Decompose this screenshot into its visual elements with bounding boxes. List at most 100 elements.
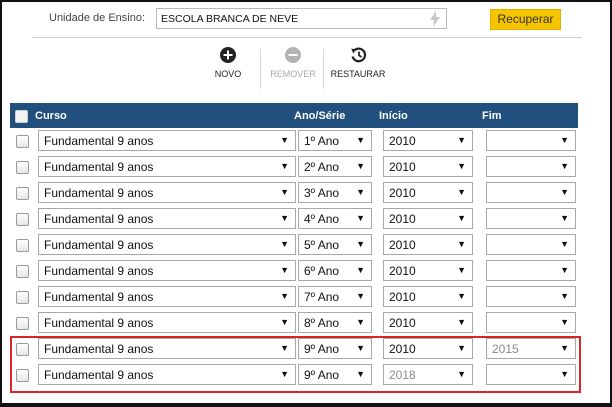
novo-button[interactable]: NOVO [210, 47, 246, 79]
inicio-select[interactable]: 2010 ▼ [383, 312, 473, 333]
curso-select[interactable]: Fundamental 9 anos ▼ [38, 260, 296, 281]
fim-select[interactable]: 2015 ▼ [486, 338, 576, 359]
curso-select[interactable]: Fundamental 9 anos ▼ [38, 234, 296, 255]
chevron-down-icon: ▼ [560, 187, 569, 197]
fim-select[interactable]: ▼ [486, 234, 576, 255]
chevron-down-icon: ▼ [280, 369, 289, 379]
curso-value: Fundamental 9 anos [44, 238, 154, 252]
row-checkbox[interactable] [16, 187, 29, 200]
ano-select[interactable]: 1º Ano ▼ [298, 130, 372, 151]
curso-value: Fundamental 9 anos [44, 290, 154, 304]
ano-select[interactable]: 9º Ano ▼ [298, 364, 372, 385]
curso-select[interactable]: Fundamental 9 anos ▼ [38, 182, 296, 203]
inicio-select[interactable]: 2010 ▼ [383, 234, 473, 255]
row-checkbox[interactable] [16, 161, 29, 174]
table-row: Fundamental 9 anos ▼ 6º Ano ▼ 2010 ▼ ▼ [10, 258, 578, 284]
remover-button[interactable]: REMOVER [269, 47, 317, 79]
inicio-select[interactable]: 2010 ▼ [383, 130, 473, 151]
curso-value: Fundamental 9 anos [44, 186, 154, 200]
curso-value: Fundamental 9 anos [44, 160, 154, 174]
divider [32, 37, 582, 38]
chevron-down-icon: ▼ [356, 265, 365, 275]
fim-select[interactable]: ▼ [486, 182, 576, 203]
inicio-value: 2010 [389, 238, 416, 252]
fim-value: 2015 [492, 342, 519, 356]
table-row: Fundamental 9 anos ▼ 5º Ano ▼ 2010 ▼ ▼ [10, 232, 578, 258]
toolbar: NOVO REMOVER RESTAURAR [2, 47, 610, 91]
fim-select[interactable]: ▼ [486, 208, 576, 229]
chevron-down-icon: ▼ [560, 343, 569, 353]
row-checkbox[interactable] [16, 317, 29, 330]
ano-select[interactable]: 6º Ano ▼ [298, 260, 372, 281]
restaurar-button[interactable]: RESTAURAR [329, 47, 387, 79]
curso-select[interactable]: Fundamental 9 anos ▼ [38, 286, 296, 307]
fim-select[interactable]: ▼ [486, 130, 576, 151]
chevron-down-icon: ▼ [560, 161, 569, 171]
curso-value: Fundamental 9 anos [44, 212, 154, 226]
curso-select[interactable]: Fundamental 9 anos ▼ [38, 338, 296, 359]
curso-value: Fundamental 9 anos [44, 134, 154, 148]
inicio-select[interactable]: 2018 ▼ [383, 364, 473, 385]
table-row: Fundamental 9 anos ▼ 3º Ano ▼ 2010 ▼ ▼ [10, 180, 578, 206]
table-row: Fundamental 9 anos ▼ 7º Ano ▼ 2010 ▼ ▼ [10, 284, 578, 310]
chevron-down-icon: ▼ [356, 187, 365, 197]
row-checkbox[interactable] [16, 343, 29, 356]
chevron-down-icon: ▼ [356, 161, 365, 171]
row-checkbox[interactable] [16, 265, 29, 278]
inicio-select[interactable]: 2010 ▼ [383, 182, 473, 203]
chevron-down-icon: ▼ [560, 291, 569, 301]
ano-value: 8º Ano [304, 316, 340, 330]
curso-value: Fundamental 9 anos [44, 264, 154, 278]
inicio-value: 2010 [389, 134, 416, 148]
toolbar-separator [260, 49, 261, 89]
ano-select[interactable]: 2º Ano ▼ [298, 156, 372, 177]
curso-select[interactable]: Fundamental 9 anos ▼ [38, 156, 296, 177]
row-checkbox[interactable] [16, 369, 29, 382]
chevron-down-icon: ▼ [280, 187, 289, 197]
inicio-value: 2010 [389, 290, 416, 304]
inicio-select[interactable]: 2010 ▼ [383, 338, 473, 359]
table-row: Fundamental 9 anos ▼ 9º Ano ▼ 2018 ▼ ▼ [10, 362, 578, 388]
ano-select[interactable]: 7º Ano ▼ [298, 286, 372, 307]
fim-select[interactable]: ▼ [486, 156, 576, 177]
inicio-select[interactable]: 2010 ▼ [383, 208, 473, 229]
ano-value: 9º Ano [304, 342, 340, 356]
fim-select[interactable]: ▼ [486, 312, 576, 333]
minus-circle-icon [285, 47, 301, 63]
chevron-down-icon: ▼ [457, 291, 466, 301]
chevron-down-icon: ▼ [457, 161, 466, 171]
ano-select[interactable]: 3º Ano ▼ [298, 182, 372, 203]
fim-select[interactable]: ▼ [486, 364, 576, 385]
chevron-down-icon: ▼ [280, 343, 289, 353]
inicio-select[interactable]: 2010 ▼ [383, 286, 473, 307]
ano-select[interactable]: 4º Ano ▼ [298, 208, 372, 229]
recuperar-button[interactable]: Recuperar [490, 9, 561, 30]
curso-select[interactable]: Fundamental 9 anos ▼ [38, 130, 296, 151]
chevron-down-icon: ▼ [356, 213, 365, 223]
curso-select[interactable]: Fundamental 9 anos ▼ [38, 312, 296, 333]
chevron-down-icon: ▼ [280, 135, 289, 145]
row-checkbox[interactable] [16, 291, 29, 304]
inicio-select[interactable]: 2010 ▼ [383, 156, 473, 177]
chevron-down-icon: ▼ [457, 135, 466, 145]
chevron-down-icon: ▼ [457, 317, 466, 327]
chevron-down-icon: ▼ [280, 161, 289, 171]
fim-select[interactable]: ▼ [486, 260, 576, 281]
chevron-down-icon: ▼ [457, 369, 466, 379]
chevron-down-icon: ▼ [356, 343, 365, 353]
inicio-select[interactable]: 2010 ▼ [383, 260, 473, 281]
window-frame: Unidade de Ensino: ESCOLA BRANCA DE NEVE… [0, 0, 612, 407]
row-checkbox[interactable] [16, 213, 29, 226]
chevron-down-icon: ▼ [560, 317, 569, 327]
row-checkbox[interactable] [16, 239, 29, 252]
ano-select[interactable]: 8º Ano ▼ [298, 312, 372, 333]
ano-select[interactable]: 5º Ano ▼ [298, 234, 372, 255]
unit-input[interactable]: ESCOLA BRANCA DE NEVE [156, 8, 447, 29]
chevron-down-icon: ▼ [457, 213, 466, 223]
curso-select[interactable]: Fundamental 9 anos ▼ [38, 364, 296, 385]
curso-select[interactable]: Fundamental 9 anos ▼ [38, 208, 296, 229]
select-all-checkbox[interactable] [15, 110, 28, 123]
row-checkbox[interactable] [16, 135, 29, 148]
ano-select[interactable]: 9º Ano ▼ [298, 338, 372, 359]
fim-select[interactable]: ▼ [486, 286, 576, 307]
